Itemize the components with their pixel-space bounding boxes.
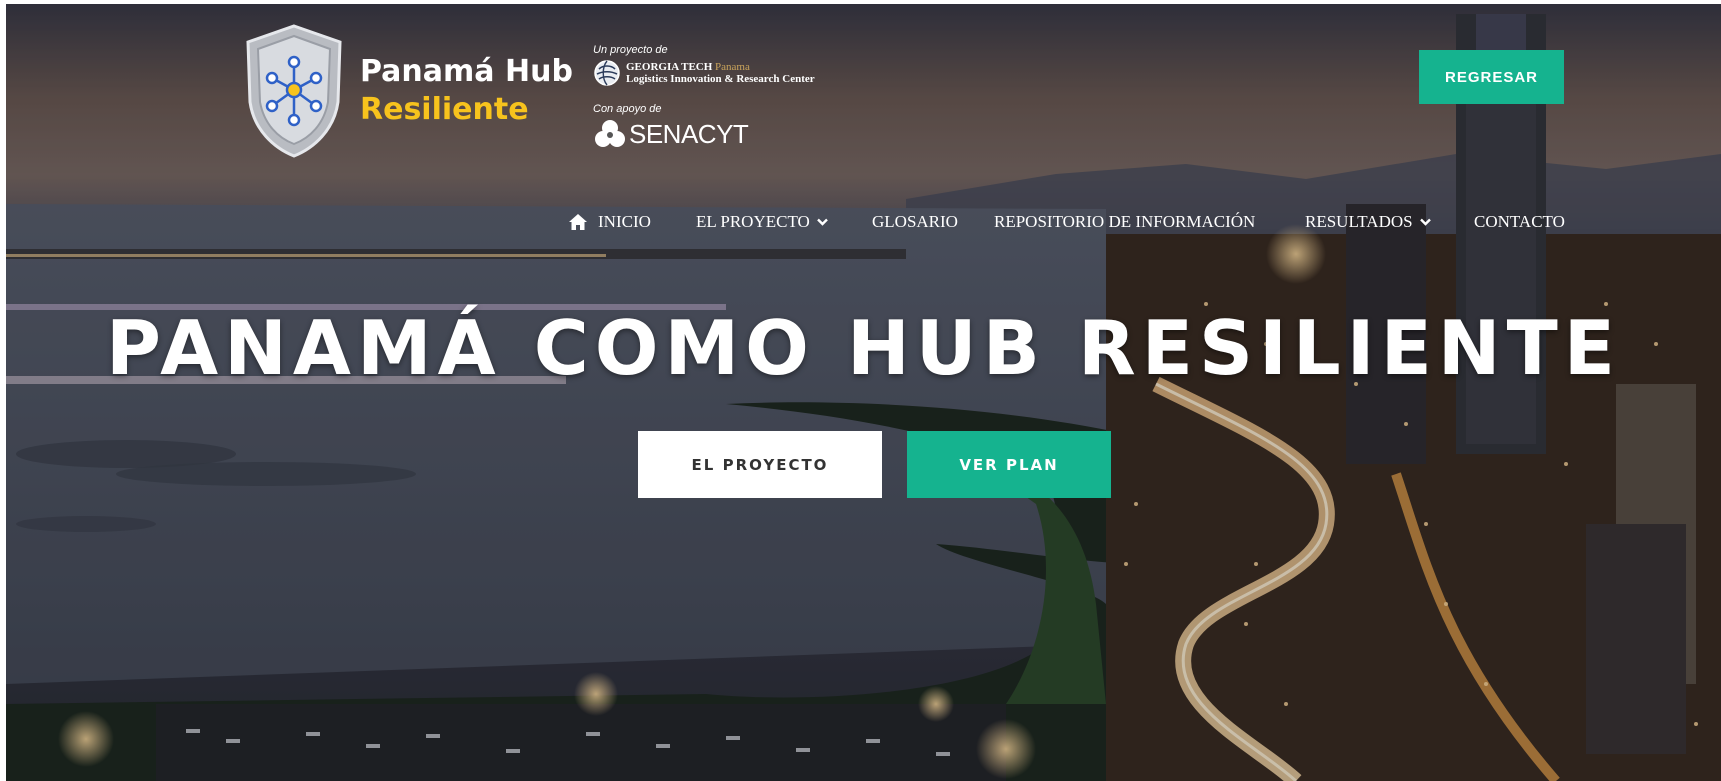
senacyt-text: SENACYT bbox=[629, 118, 749, 149]
nav-item-contacto[interactable]: CONTACTO bbox=[1474, 212, 1565, 232]
main-nav: INICIO EL PROYECTO GLOSARIO REPOSITORIO … bbox=[6, 212, 1721, 236]
back-button[interactable]: REGRESAR bbox=[1419, 50, 1564, 104]
nav-item-repositorio[interactable]: REPOSITORIO DE INFORMACIÓN bbox=[994, 212, 1255, 232]
site-logo[interactable]: Panamá Hub Resiliente bbox=[242, 22, 573, 160]
el-proyecto-button[interactable]: EL PROYECTO bbox=[638, 431, 882, 498]
logo-line-1: Panamá Hub bbox=[360, 54, 573, 89]
georgia-tech-text: GEORGIA TECH Panama Logistics Innovation… bbox=[626, 61, 815, 85]
georgia-tech-logo: GEORGIA TECH Panama Logistics Innovation… bbox=[593, 59, 853, 87]
gt-name: GEORGIA TECH bbox=[626, 61, 713, 73]
gt-location: Panama bbox=[715, 61, 750, 73]
nav-label-glosario: GLOSARIO bbox=[872, 212, 958, 231]
globe-icon bbox=[594, 60, 620, 86]
nav-item-glosario[interactable]: GLOSARIO bbox=[872, 212, 958, 232]
support-caption: Con apoyo de bbox=[593, 103, 662, 115]
partner-logos: Un proyecto de GEORGIA TECH Panama Logis… bbox=[593, 44, 853, 151]
chevron-down-icon bbox=[1419, 218, 1431, 226]
project-caption: Un proyecto de bbox=[593, 44, 668, 56]
logo-wordmark: Panamá Hub Resiliente bbox=[360, 57, 573, 125]
senacyt-logo: SENACYT bbox=[593, 117, 853, 151]
hero-title: PANAMÁ COMO HUB RESILIENTE bbox=[106, 304, 1621, 392]
gt-center: Logistics Innovation & Research Center bbox=[626, 73, 815, 85]
shield-network-icon bbox=[246, 24, 342, 158]
nav-item-resultados[interactable]: RESULTADOS bbox=[1305, 212, 1431, 232]
nav-label-resultados: RESULTADOS bbox=[1305, 212, 1413, 231]
nav-label-inicio: INICIO bbox=[598, 212, 651, 231]
chevron-down-icon bbox=[816, 218, 828, 226]
nav-label-repositorio: REPOSITORIO DE INFORMACIÓN bbox=[994, 212, 1256, 231]
senacyt-emblem-icon bbox=[595, 120, 625, 147]
home-icon bbox=[569, 214, 587, 230]
ver-plan-button[interactable]: VER PLAN bbox=[907, 431, 1111, 498]
page-frame: Panamá Hub Resiliente Un proyecto de GEO… bbox=[6, 4, 1721, 781]
nav-item-inicio[interactable]: INICIO bbox=[568, 212, 651, 232]
nav-item-el-proyecto[interactable]: EL PROYECTO bbox=[696, 212, 828, 232]
logo-line-2: Resiliente bbox=[360, 92, 529, 127]
nav-label-contacto: CONTACTO bbox=[1474, 212, 1565, 231]
nav-label-el-proyecto: EL PROYECTO bbox=[696, 212, 810, 231]
